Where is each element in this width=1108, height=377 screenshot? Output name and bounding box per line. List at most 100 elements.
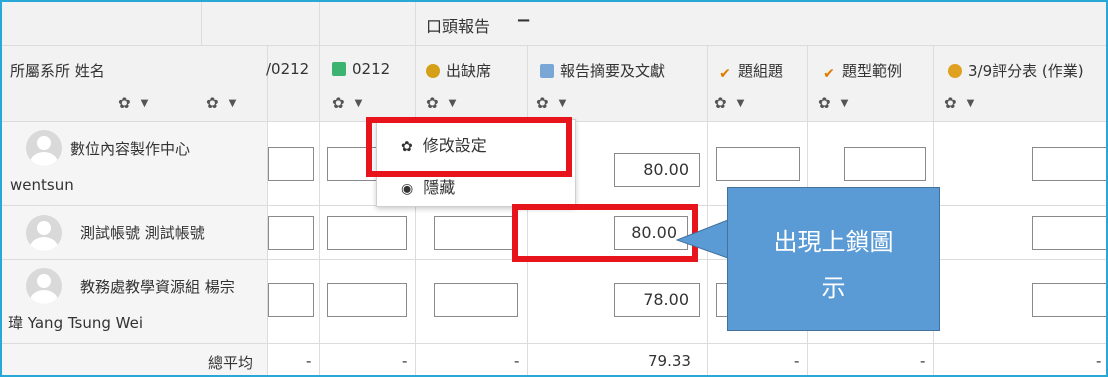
avatar[interactable]	[26, 268, 62, 304]
column-header-label[interactable]: 3/9評分表 (作業)	[948, 60, 1084, 81]
column-gear-menu[interactable]: ✿ ▼	[536, 94, 566, 112]
category-collapse-button[interactable]: −	[516, 10, 531, 31]
column-header-label[interactable]: 0212	[332, 60, 390, 78]
user-cell: 數位內容製作中心 wentsun	[2, 122, 268, 206]
gear-icon: ✿	[944, 94, 957, 112]
gear-icon: ✿	[714, 94, 727, 112]
column-header-item-6: 3/9評分表 (作業) ✿ ▼	[934, 46, 1106, 122]
column-header-label[interactable]: 報告摘要及文獻	[540, 60, 665, 81]
column-header-item-3: 報告摘要及文獻 ✿ ▼	[528, 46, 708, 122]
average-cell: -	[708, 344, 808, 375]
grade-input[interactable]	[1032, 283, 1106, 317]
user-name[interactable]: 數位內容製作中心	[70, 138, 190, 159]
column-header-user-label[interactable]: 所屬系所 姓名	[10, 60, 105, 81]
user-name[interactable]: 測試帳號 測試帳號	[80, 222, 205, 243]
average-value: 79.33	[648, 352, 691, 370]
caret-down-icon: ▼	[840, 98, 849, 109]
caret-down-icon: ▼	[140, 98, 149, 109]
quiz-icon: ✔	[719, 66, 731, 82]
average-value: -	[1096, 352, 1102, 370]
column-header-item-0: /0212	[266, 46, 320, 122]
avatar[interactable]	[26, 215, 62, 251]
grade-input[interactable]	[268, 216, 314, 250]
caret-down-icon: ▼	[558, 98, 567, 109]
user-gear-menu-2[interactable]: ✿ ▼	[206, 94, 236, 112]
column-header-label[interactable]: /0212	[266, 60, 309, 78]
grade-input[interactable]	[268, 147, 314, 181]
column-header-item-4: ✔ 題組題 ✿ ▼	[708, 46, 808, 122]
grade-input[interactable]	[844, 147, 926, 181]
column-gear-menu[interactable]: ✿ ▼	[426, 94, 456, 112]
grade-input[interactable]	[716, 147, 800, 181]
user-name-cont[interactable]: wentsun	[10, 176, 74, 194]
column-header-item-2: 出缺席 ✿ ▼	[416, 46, 528, 122]
gradebook-view: 口頭報告 − 所屬系所 姓名 ✿ ▼ ✿ ▼ /0212 0212 ✿ ▼ 出缺席 ✿…	[0, 0, 1108, 377]
average-value: -	[514, 352, 520, 370]
grade-input[interactable]	[434, 216, 518, 250]
avatar[interactable]	[26, 130, 62, 166]
column-gear-menu[interactable]: ✿ ▼	[818, 94, 848, 112]
grade-input[interactable]: 78.00	[614, 283, 700, 317]
column-gear-menu[interactable]: ✿ ▼	[944, 94, 974, 112]
highlight-edit-settings	[366, 117, 572, 177]
user-gear-menu[interactable]: ✿ ▼	[118, 94, 148, 112]
average-value: -	[794, 352, 800, 370]
header-blank-3	[320, 2, 416, 46]
average-cell: -	[416, 344, 528, 375]
grade-input[interactable]	[434, 283, 518, 317]
grade-input[interactable]	[327, 283, 407, 317]
assignment-icon	[540, 64, 554, 78]
column-gear-menu[interactable]: ✿ ▼	[332, 94, 362, 112]
average-cell: -	[808, 344, 934, 375]
average-value: -	[306, 352, 312, 370]
grade-input[interactable]	[1032, 147, 1106, 181]
workshop-icon	[948, 64, 962, 78]
gear-icon: ✿	[426, 94, 439, 112]
highlight-grade-cell	[512, 204, 698, 262]
caret-down-icon: ▼	[736, 98, 745, 109]
caret-down-icon: ▼	[448, 98, 457, 109]
eye-icon: ◉	[401, 181, 414, 197]
user-name-cont[interactable]: 瑋 Yang Tsung Wei	[8, 312, 143, 333]
user-cell: 教務處教學資源組 楊宗 瑋 Yang Tsung Wei	[2, 260, 268, 344]
gear-icon: ✿	[118, 94, 131, 112]
callout-text-line2: 示	[821, 274, 846, 302]
average-cell: -	[320, 344, 416, 375]
attendance-icon	[426, 64, 440, 78]
column-header-item-5: ✔ 題型範例 ✿ ▼	[808, 46, 934, 122]
average-cell: 79.33	[528, 344, 708, 375]
average-value: -	[920, 352, 926, 370]
gear-icon: ✿	[206, 94, 219, 112]
average-label-cell: 總平均	[2, 344, 268, 375]
gear-icon: ✿	[332, 94, 345, 112]
caret-down-icon: ▼	[228, 98, 237, 109]
caret-down-icon: ▼	[966, 98, 975, 109]
grade-input[interactable]	[327, 216, 407, 250]
grade-input[interactable]	[1032, 216, 1106, 250]
header-blank-2	[202, 2, 320, 46]
category-title: 口頭報告	[426, 17, 491, 36]
user-name[interactable]: 教務處教學資源組 楊宗	[80, 276, 235, 297]
forum-icon	[332, 62, 346, 76]
column-header-user: 所屬系所 姓名 ✿ ▼ ✿ ▼	[2, 46, 268, 122]
callout-annotation: 出現上鎖圖 示	[727, 187, 940, 331]
header-blank-1	[2, 2, 202, 46]
column-header-item-1: 0212 ✿ ▼	[320, 46, 416, 122]
column-gear-menu[interactable]: ✿ ▼	[714, 94, 744, 112]
category-header: 口頭報告 −	[416, 2, 1106, 46]
caret-down-icon: ▼	[354, 98, 363, 109]
user-cell: 測試帳號 測試帳號	[2, 206, 268, 260]
gear-icon: ✿	[536, 94, 549, 112]
column-header-label[interactable]: 出缺席	[426, 60, 491, 81]
grade-input[interactable]: 80.00	[614, 153, 700, 187]
gear-icon: ✿	[818, 94, 831, 112]
column-header-label[interactable]: ✔ 題型範例	[822, 60, 902, 81]
average-cell: -	[934, 344, 1106, 375]
average-cell: -	[268, 344, 320, 375]
grade-input[interactable]	[268, 283, 314, 317]
column-header-label[interactable]: ✔ 題組題	[718, 60, 783, 81]
callout-text-line1: 出現上鎖圖	[773, 228, 894, 256]
quiz-icon: ✔	[823, 66, 835, 82]
average-label: 總平均	[208, 354, 254, 372]
menu-item-hide[interactable]: ◉ 隱藏	[401, 174, 455, 198]
